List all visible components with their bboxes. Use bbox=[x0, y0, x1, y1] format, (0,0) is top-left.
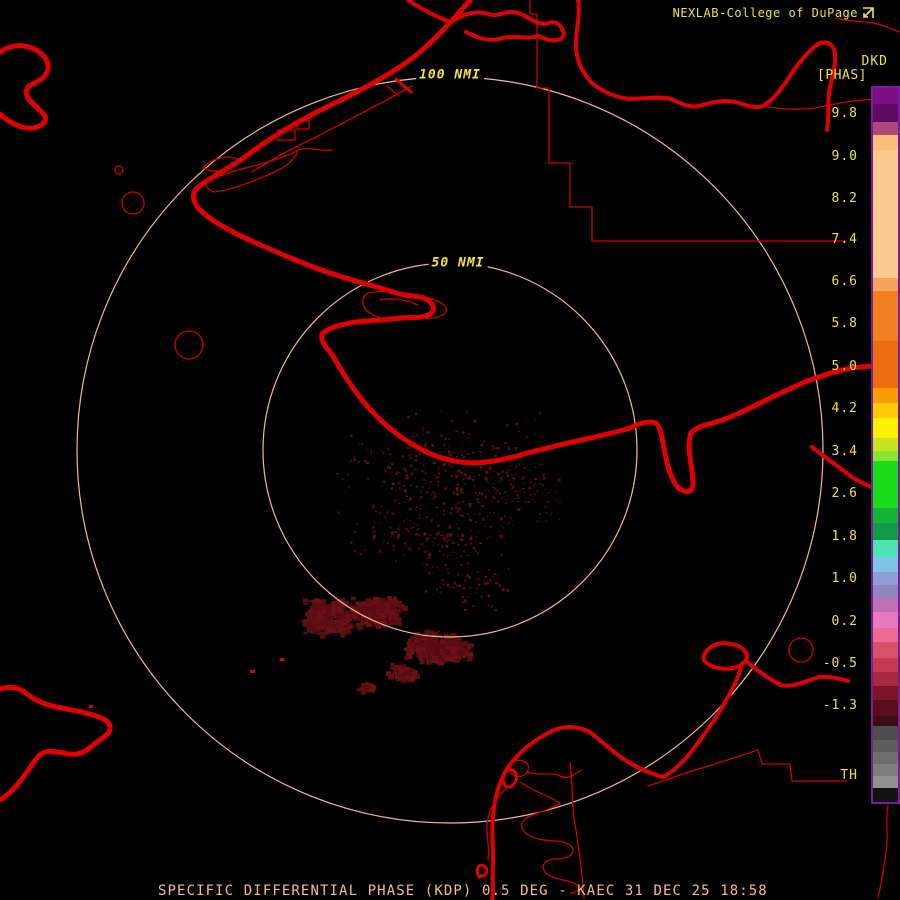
product-code-label: DKD bbox=[861, 54, 888, 69]
colorbar-segment bbox=[873, 764, 898, 776]
colorbar-scale bbox=[871, 86, 900, 804]
colorbar-segment bbox=[873, 585, 898, 598]
colorbar-segment bbox=[873, 700, 898, 716]
colorbar-segment bbox=[873, 88, 898, 104]
colorbar-segment bbox=[873, 557, 898, 572]
colorbar-segment bbox=[873, 628, 898, 642]
colorbar-segment bbox=[873, 776, 898, 788]
colorbar-segment bbox=[873, 291, 898, 341]
colorbar-segment bbox=[873, 642, 898, 658]
colorbar-segment bbox=[873, 278, 898, 291]
radar-map-canvas bbox=[0, 0, 900, 900]
colorbar-tick-label: 3.4 bbox=[831, 444, 858, 459]
colorbar-segment bbox=[873, 716, 898, 726]
colorbar-segment bbox=[873, 686, 898, 700]
colorbar-segment bbox=[873, 788, 898, 802]
colorbar-tick-label: 9.8 bbox=[831, 106, 858, 121]
colorbar-segment bbox=[873, 150, 898, 278]
colorbar-tick-label: 9.0 bbox=[831, 149, 858, 164]
colorbar-tick-label: 1.8 bbox=[831, 529, 858, 544]
range-ring-label-100nmi: 100 NMI bbox=[416, 67, 484, 83]
colorbar-segment bbox=[873, 104, 898, 122]
colorbar-segment bbox=[873, 540, 898, 557]
range-ring-label-50nmi: 50 NMI bbox=[428, 255, 488, 271]
colorbar-tick-label: 4.2 bbox=[831, 401, 858, 416]
colorbar-segment bbox=[873, 388, 898, 403]
radar-display: 100 NMI 50 NMI 9.8 9.0 8.2 7.4 6.6 5.8 5.0 4.2 3… bbox=[0, 0, 900, 900]
colorbar-segment bbox=[873, 726, 898, 740]
colorbar-segment bbox=[873, 135, 898, 150]
colorbar-tick-label: 5.8 bbox=[831, 316, 858, 331]
colorbar-segment bbox=[873, 341, 898, 388]
colorbar-tick-label: 1.0 bbox=[831, 571, 858, 586]
range-ring-layer bbox=[76, 76, 824, 824]
cod-flag-icon bbox=[863, 7, 874, 18]
colorbar-segment bbox=[873, 598, 898, 612]
colorbar-segment bbox=[873, 612, 898, 628]
colorbar-segment bbox=[873, 438, 898, 451]
colorbar-tick-label: 0.2 bbox=[831, 614, 858, 629]
colorbar-tick-label: -0.5 bbox=[822, 656, 858, 671]
status-bar-text: SPECIFIC DIFFERENTIAL PHASE (KDP) 0.5 DE… bbox=[158, 883, 768, 899]
colorbar-segment bbox=[873, 658, 898, 672]
colorbar-segment bbox=[873, 672, 898, 686]
colorbar-tick-label: 5.0 bbox=[831, 359, 858, 374]
colorbar-segment bbox=[873, 122, 898, 135]
brand-text: NEXLAB-College of DuPage bbox=[672, 6, 858, 20]
colorbar-segment bbox=[873, 403, 898, 418]
colorbar-tick-label: -1.3 bbox=[822, 698, 858, 713]
colorbar-tick-label: 2.6 bbox=[831, 486, 858, 501]
colorbar-segment bbox=[873, 508, 898, 523]
map-outline-layer bbox=[0, 0, 900, 900]
colorbar-tick-label: 8.2 bbox=[831, 191, 858, 206]
colorbar-segment bbox=[873, 752, 898, 764]
product-units-label: [PHAS] bbox=[817, 68, 867, 83]
colorbar-segment bbox=[873, 572, 898, 585]
colorbar-tick-label: 6.6 bbox=[831, 274, 858, 289]
colorbar-tick-label: TH bbox=[840, 768, 858, 783]
colorbar-tick-label: 7.4 bbox=[831, 232, 858, 247]
colorbar-segment bbox=[873, 523, 898, 540]
colorbar-segment bbox=[873, 451, 898, 461]
brand-banner: NEXLAB-College of DuPage bbox=[673, 6, 874, 20]
colorbar-segment bbox=[873, 418, 898, 438]
colorbar-segment bbox=[873, 740, 898, 752]
colorbar-segment bbox=[873, 461, 898, 508]
